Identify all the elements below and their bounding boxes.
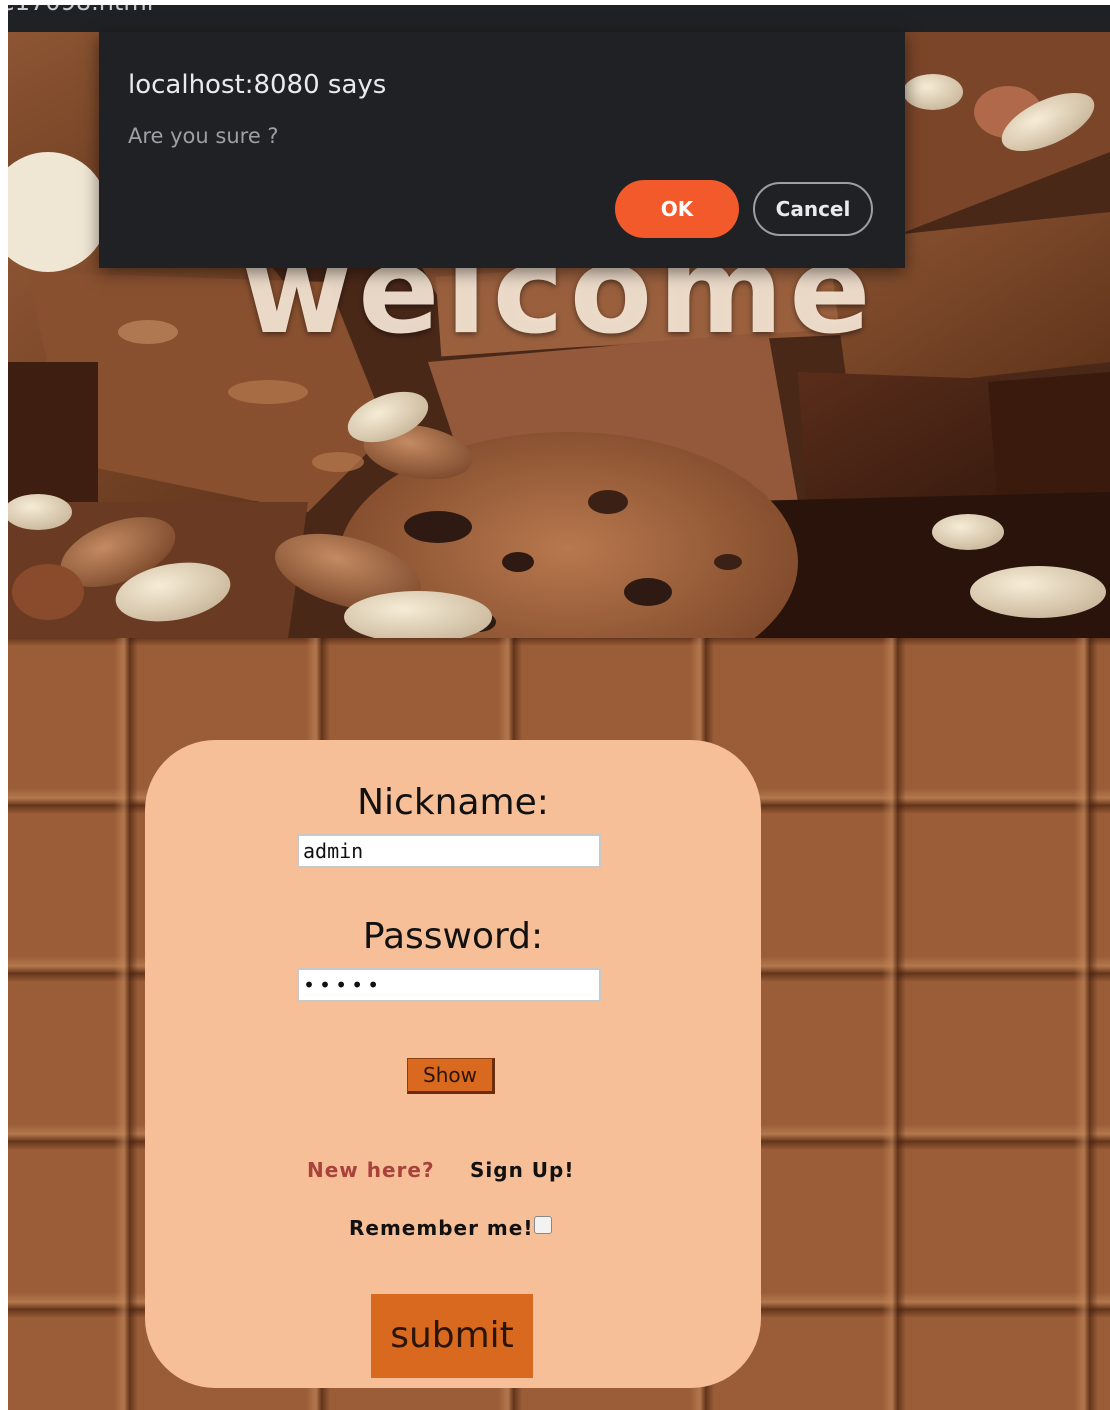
ok-button[interactable]: OK	[615, 180, 739, 238]
dialog-message: Are you sure ?	[128, 124, 279, 148]
remember-me-checkbox[interactable]	[534, 1216, 552, 1234]
password-input[interactable]	[297, 968, 601, 1002]
remember-me-label: Remember me!	[349, 1216, 534, 1240]
nickname-input[interactable]	[297, 834, 601, 868]
submit-button[interactable]: submit	[371, 1294, 533, 1378]
browser-viewport: e17098.html welcome Nickname: admin Pass…	[0, 0, 1110, 1410]
login-card: Nickname: Password: Show New here? Sign …	[145, 740, 761, 1388]
new-here-text: New here?	[307, 1158, 435, 1182]
url-strip-edge	[8, 0, 1110, 5]
dialog-title: localhost:8080 says	[128, 70, 387, 100]
browser-url-strip: e17098.html	[8, 0, 1110, 32]
confirm-dialog: localhost:8080 says Are you sure ? OK Ca…	[99, 32, 905, 268]
show-password-button[interactable]: Show	[407, 1058, 495, 1094]
sign-up-link[interactable]: Sign Up!	[470, 1158, 574, 1182]
nickname-label: Nickname:	[357, 782, 549, 823]
password-label: Password:	[362, 916, 544, 957]
cancel-button[interactable]: Cancel	[753, 182, 873, 236]
